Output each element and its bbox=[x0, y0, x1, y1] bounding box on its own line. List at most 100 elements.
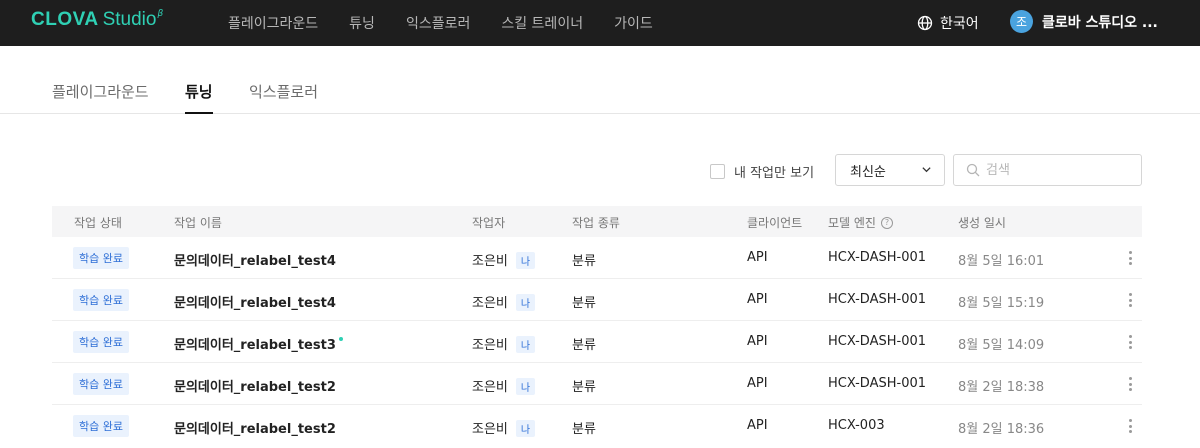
worker-cell: 조은비 나 bbox=[472, 292, 536, 311]
table-header: 작업 상태 작업 이름 작업자 작업 종류 클라이언트 모델 엔진 ? 생성 일… bbox=[52, 206, 1142, 237]
table-row[interactable]: 학습 완료 문의데이터_relabel_test3 조은비 나 분류 API HC… bbox=[52, 321, 1142, 363]
model-engine: HCX-DASH-001 bbox=[828, 334, 927, 349]
user-menu[interactable]: 조 클로바 스튜디오 ... bbox=[1010, 10, 1158, 33]
column-header-client[interactable]: 클라이언트 bbox=[747, 214, 802, 231]
job-name[interactable]: 문의데이터_relabel_test4 bbox=[174, 292, 336, 311]
more-menu-icon[interactable] bbox=[1125, 375, 1135, 393]
language-label: 한국어 bbox=[940, 16, 979, 32]
avatar: 조 bbox=[1010, 10, 1033, 33]
table-row[interactable]: 학습 완료 문의데이터_relabel_test2 조은비 나 분류 API HC… bbox=[52, 363, 1142, 405]
column-header-type[interactable]: 작업 종류 bbox=[572, 214, 620, 231]
job-type: 분류 bbox=[572, 422, 596, 437]
column-header-engine[interactable]: 모델 엔진 ? bbox=[828, 214, 893, 231]
created-at: 8월 5일 16:01 bbox=[958, 254, 1045, 269]
search-box bbox=[953, 154, 1142, 186]
me-tag: 나 bbox=[515, 378, 536, 395]
status-badge: 학습 완료 bbox=[73, 331, 129, 353]
nav-item-playground[interactable]: 플레이그라운드 bbox=[228, 13, 318, 33]
worker-cell: 조은비 나 bbox=[472, 334, 536, 353]
worker-name: 조은비 bbox=[472, 254, 508, 269]
mine-only-label: 내 작업만 보기 bbox=[734, 166, 815, 181]
job-name-text: 문의데이터_relabel_test2 bbox=[174, 380, 336, 395]
nav-item-tuning[interactable]: 튜닝 bbox=[349, 13, 375, 33]
worker-name: 조은비 bbox=[472, 296, 508, 311]
tab-playground[interactable]: 플레이그라운드 bbox=[52, 81, 149, 102]
tab-tuning[interactable]: 튜닝 bbox=[185, 81, 213, 102]
table-row[interactable]: 학습 완료 문의데이터_relabel_test2 조은비 나 분류 API HC… bbox=[52, 405, 1142, 447]
status-badge: 학습 완료 bbox=[73, 415, 129, 437]
client: API bbox=[747, 250, 768, 265]
created-at: 8월 2일 18:38 bbox=[958, 380, 1045, 395]
created-at: 8월 5일 14:09 bbox=[958, 338, 1045, 353]
me-tag: 나 bbox=[515, 252, 536, 269]
column-header-name[interactable]: 작업 이름 bbox=[174, 214, 222, 231]
more-menu-icon[interactable] bbox=[1125, 333, 1135, 351]
worker-cell: 조은비 나 bbox=[472, 418, 536, 437]
client: API bbox=[747, 292, 768, 307]
table-row[interactable]: 학습 완료 문의데이터_relabel_test4 조은비 나 분류 API HC… bbox=[52, 237, 1142, 279]
job-type: 분류 bbox=[572, 338, 596, 353]
job-type: 분류 bbox=[572, 254, 596, 269]
job-name[interactable]: 문의데이터_relabel_test2 bbox=[174, 418, 336, 437]
me-tag: 나 bbox=[515, 336, 536, 353]
help-icon[interactable]: ? bbox=[880, 216, 893, 229]
table-row[interactable]: 학습 완료 문의데이터_relabel_test4 조은비 나 분류 API HC… bbox=[52, 279, 1142, 321]
brand-logo[interactable]: CLOVA Studio β bbox=[31, 9, 163, 31]
worker-name: 조은비 bbox=[472, 338, 508, 353]
job-name[interactable]: 문의데이터_relabel_test4 bbox=[174, 250, 336, 269]
job-name[interactable]: 문의데이터_relabel_test3 bbox=[174, 334, 343, 353]
more-menu-icon[interactable] bbox=[1125, 417, 1135, 435]
tab-explorer[interactable]: 익스플로러 bbox=[249, 81, 318, 102]
sub-tabs: 플레이그라운드 튜닝 익스플로러 bbox=[0, 46, 1200, 114]
client: API bbox=[747, 334, 768, 349]
worker-name: 조은비 bbox=[472, 422, 508, 437]
status-badge: 학습 완료 bbox=[73, 247, 129, 269]
me-tag: 나 bbox=[515, 294, 536, 311]
status-badge: 학습 완료 bbox=[73, 289, 129, 311]
more-menu-icon[interactable] bbox=[1125, 291, 1135, 309]
model-engine: HCX-DASH-001 bbox=[828, 292, 927, 307]
job-name-text: 문의데이터_relabel_test2 bbox=[174, 422, 336, 437]
search-input[interactable] bbox=[986, 162, 1136, 178]
active-tab-indicator bbox=[185, 112, 213, 114]
nav-item-skill-trainer[interactable]: 스킬 트레이너 bbox=[501, 13, 583, 33]
column-header-created[interactable]: 생성 일시 bbox=[958, 214, 1006, 231]
language-selector[interactable]: 한국어 bbox=[917, 13, 979, 33]
sort-dropdown[interactable]: 최신순 bbox=[835, 154, 945, 186]
created-at: 8월 5일 15:19 bbox=[958, 296, 1045, 311]
me-tag: 나 bbox=[515, 420, 536, 437]
globe-icon bbox=[917, 15, 933, 31]
job-type: 분류 bbox=[572, 380, 596, 395]
client: API bbox=[747, 376, 768, 391]
model-engine: HCX-DASH-001 bbox=[828, 376, 927, 391]
sort-value: 최신순 bbox=[850, 164, 886, 180]
worker-cell: 조은비 나 bbox=[472, 376, 536, 395]
main-nav: 플레이그라운드 튜닝 익스플로러 스킬 트레이너 가이드 bbox=[228, 0, 684, 46]
checkbox-box[interactable] bbox=[710, 164, 725, 179]
job-name-text: 문의데이터_relabel_test4 bbox=[174, 254, 336, 269]
top-navigation-bar: CLOVA Studio β 플레이그라운드 튜닝 익스플로러 스킬 트레이너 … bbox=[0, 0, 1200, 46]
status-badge: 학습 완료 bbox=[73, 373, 129, 395]
column-header-status[interactable]: 작업 상태 bbox=[74, 214, 122, 231]
job-name[interactable]: 문의데이터_relabel_test2 bbox=[174, 376, 336, 395]
column-header-worker[interactable]: 작업자 bbox=[472, 214, 505, 231]
worker-name: 조은비 bbox=[472, 380, 508, 395]
brand-product: Studio bbox=[102, 9, 157, 30]
chevron-down-icon bbox=[922, 167, 931, 173]
more-menu-icon[interactable] bbox=[1125, 249, 1135, 267]
new-indicator bbox=[338, 337, 343, 341]
user-name: 클로바 스튜디오 ... bbox=[1042, 14, 1158, 31]
model-engine: HCX-DASH-001 bbox=[828, 250, 927, 265]
job-name-text: 문의데이터_relabel_test3 bbox=[174, 338, 336, 353]
model-engine: HCX-003 bbox=[828, 418, 885, 433]
mine-only-checkbox[interactable]: 내 작업만 보기 bbox=[710, 162, 814, 181]
search-icon bbox=[966, 163, 980, 177]
nav-item-guide[interactable]: 가이드 bbox=[614, 13, 653, 33]
brand-name: CLOVA bbox=[31, 9, 99, 30]
beta-mark: β bbox=[157, 9, 164, 19]
client: API bbox=[747, 418, 768, 433]
column-header-engine-label: 모델 엔진 bbox=[828, 216, 876, 230]
created-at: 8월 2일 18:36 bbox=[958, 422, 1045, 437]
job-name-text: 문의데이터_relabel_test4 bbox=[174, 296, 336, 311]
nav-item-explorer[interactable]: 익스플로러 bbox=[406, 13, 470, 33]
